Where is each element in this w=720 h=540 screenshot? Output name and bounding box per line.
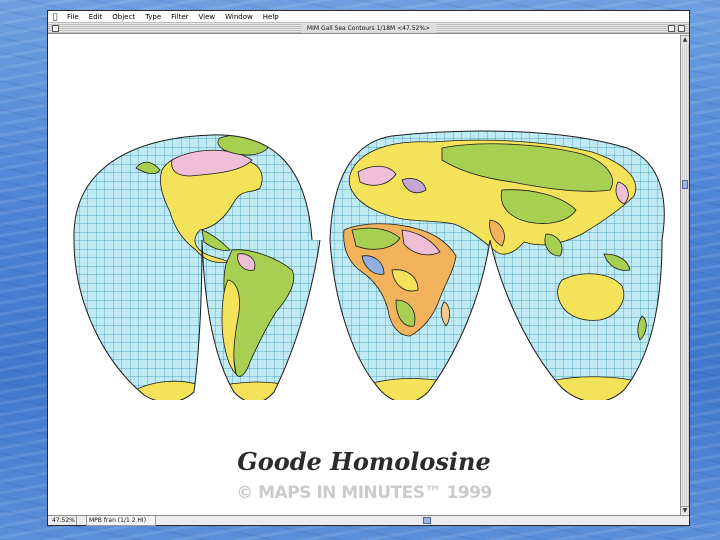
copyright-text: © MAPS IN MINUTES™ 1999: [236, 483, 492, 503]
collapse-box-icon[interactable]: [678, 25, 685, 32]
menu-bar:  File Edit Object Type Filter View Wind…: [48, 11, 689, 23]
horizontal-scroll-thumb[interactable]: [423, 517, 431, 524]
menu-view[interactable]: View: [194, 11, 221, 23]
menu-file[interactable]: File: [62, 11, 84, 23]
vertical-scroll-thumb[interactable]: [682, 180, 688, 189]
zoom-box-icon[interactable]: [668, 25, 675, 32]
window-title-bar[interactable]: MIM Gall Sea Contours 1/18M <47.52%>: [48, 23, 689, 34]
world-map-goode-homolosine: [73, 130, 665, 400]
menu-edit[interactable]: Edit: [84, 11, 108, 23]
illustrator-window-screenshot:  File Edit Object Type Filter View Wind…: [47, 10, 690, 526]
zoom-level[interactable]: 47.52%: [51, 516, 77, 525]
scroll-up-arrow-icon[interactable]: ▲: [681, 35, 689, 44]
window-title: MIM Gall Sea Contours 1/18M <47.52%>: [300, 24, 437, 33]
status-info[interactable]: MPB fran (1/1 2 HI): [86, 516, 156, 526]
vertical-scrollbar[interactable]: ▲ ▼: [680, 35, 689, 515]
menu-help[interactable]: Help: [258, 11, 284, 23]
status-bar: 47.52% MPB fran (1/1 2 HI): [48, 515, 689, 526]
apple-icon[interactable]: : [48, 11, 62, 23]
menu-window[interactable]: Window: [220, 11, 258, 23]
close-box-icon[interactable]: [52, 25, 59, 32]
menu-type[interactable]: Type: [140, 11, 166, 23]
menu-object[interactable]: Object: [107, 11, 140, 23]
artboard-canvas[interactable]: Goode Homolosine © MAPS IN MINUTES™ 1999: [50, 35, 678, 515]
projection-title: Goode Homolosine: [237, 447, 491, 476]
scroll-down-arrow-icon[interactable]: ▼: [681, 506, 689, 515]
menu-filter[interactable]: Filter: [166, 11, 193, 23]
